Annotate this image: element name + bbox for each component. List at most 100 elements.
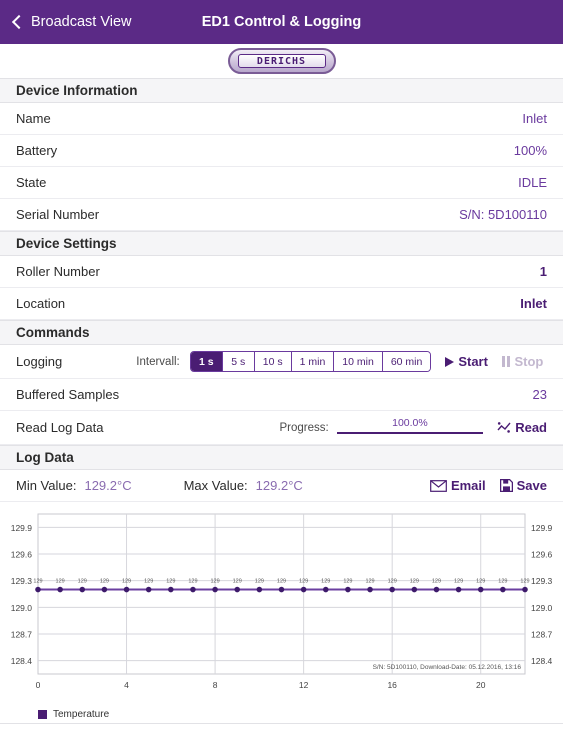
save-button-label: Save bbox=[516, 478, 547, 493]
section-header-log-data: Log Data bbox=[0, 445, 563, 470]
envelope-icon bbox=[430, 479, 447, 492]
svg-text:8: 8 bbox=[213, 680, 218, 690]
row-value: Inlet bbox=[520, 296, 547, 311]
row-label: Battery bbox=[16, 143, 58, 158]
row-serial-number[interactable]: Serial Number S/N: 5D100110 bbox=[0, 199, 563, 231]
read-log-label: Read Log Data bbox=[16, 420, 104, 435]
row-buffered-samples[interactable]: Buffered Samples 23 bbox=[0, 379, 563, 411]
row-value: S/N: 5D100110 bbox=[459, 207, 547, 222]
svg-text:S/N: 5D100110, Download-Date:: S/N: 5D100110, Download-Date: 05.12.2016… bbox=[373, 664, 522, 671]
interval-option-60min[interactable]: 60 min bbox=[382, 352, 431, 371]
bottom-divider bbox=[0, 723, 563, 724]
chart-legend: Temperature bbox=[38, 709, 563, 720]
interval-option-1s[interactable]: 1 s bbox=[190, 352, 223, 371]
chart-svg: 128.4 128.4 128.7 128.7 129.0 129.0 129.3 129.3… bbox=[11, 513, 553, 690]
svg-text:129: 129 bbox=[432, 579, 441, 585]
svg-text:12: 12 bbox=[299, 680, 309, 690]
row-battery[interactable]: Battery 100% bbox=[0, 135, 563, 167]
read-button[interactable]: Read bbox=[497, 420, 547, 435]
svg-text:129.0: 129.0 bbox=[531, 603, 553, 613]
max-value-label: Max Value: bbox=[183, 478, 248, 493]
row-roller-number[interactable]: Roller Number 1 bbox=[0, 256, 563, 288]
interval-option-10s[interactable]: 10 s bbox=[254, 352, 292, 371]
back-button-label: Broadcast View bbox=[31, 14, 132, 30]
svg-text:129.9: 129.9 bbox=[11, 523, 33, 533]
max-value: 129.2°C bbox=[255, 478, 303, 493]
svg-text:16: 16 bbox=[387, 680, 397, 690]
play-icon bbox=[445, 356, 455, 367]
legend-label-temperature: Temperature bbox=[53, 709, 110, 720]
row-name[interactable]: Name Inlet bbox=[0, 103, 563, 135]
svg-text:129: 129 bbox=[33, 579, 42, 585]
min-value: 129.2°C bbox=[84, 478, 132, 493]
read-button-label: Read bbox=[515, 420, 547, 435]
stop-button-label: Stop bbox=[514, 354, 544, 369]
row-state[interactable]: State IDLE bbox=[0, 167, 563, 199]
svg-text:128.7: 128.7 bbox=[531, 630, 553, 640]
svg-text:129: 129 bbox=[388, 579, 397, 585]
svg-text:129: 129 bbox=[321, 579, 330, 585]
svg-text:129.3: 129.3 bbox=[11, 576, 33, 586]
row-label: Buffered Samples bbox=[16, 387, 120, 402]
svg-text:20: 20 bbox=[476, 680, 486, 690]
email-button[interactable]: Email bbox=[430, 478, 486, 493]
svg-text:129.0: 129.0 bbox=[11, 603, 33, 613]
svg-text:129: 129 bbox=[188, 579, 197, 585]
svg-text:129: 129 bbox=[277, 579, 286, 585]
logging-label: Logging bbox=[16, 354, 63, 369]
stop-logging-button[interactable]: Stop bbox=[501, 354, 544, 369]
section-header-commands: Commands bbox=[0, 320, 563, 345]
row-value: 100% bbox=[513, 143, 547, 158]
svg-text:129: 129 bbox=[498, 579, 507, 585]
svg-text:129: 129 bbox=[233, 579, 242, 585]
row-value: Inlet bbox=[522, 111, 547, 126]
section-header-device-settings: Device Settings bbox=[0, 231, 563, 256]
svg-text:129.9: 129.9 bbox=[531, 523, 553, 533]
back-button[interactable]: Broadcast View bbox=[10, 14, 131, 30]
progress-value: 100.0% bbox=[392, 416, 428, 429]
row-label: Name bbox=[16, 111, 51, 126]
svg-text:129: 129 bbox=[166, 579, 175, 585]
svg-text:129: 129 bbox=[410, 579, 419, 585]
progress-fill bbox=[336, 431, 484, 434]
row-value: 1 bbox=[539, 264, 547, 279]
svg-text:129.6: 129.6 bbox=[531, 550, 553, 560]
svg-text:128.4: 128.4 bbox=[11, 656, 33, 666]
svg-text:129: 129 bbox=[454, 579, 463, 585]
progress-bar: 100.0% bbox=[336, 416, 484, 438]
svg-text:129: 129 bbox=[78, 579, 87, 585]
start-button-label: Start bbox=[458, 354, 488, 369]
row-label: Roller Number bbox=[16, 264, 100, 279]
min-value-label: Min Value: bbox=[16, 478, 77, 493]
email-button-label: Email bbox=[450, 478, 486, 493]
svg-text:129.6: 129.6 bbox=[11, 550, 33, 560]
floppy-disk-icon bbox=[499, 479, 513, 492]
legend-swatch-temperature bbox=[38, 710, 47, 719]
navigation-bar: Broadcast View ED1 Control & Logging bbox=[0, 0, 563, 44]
svg-text:129: 129 bbox=[476, 579, 485, 585]
svg-text:129: 129 bbox=[144, 579, 153, 585]
svg-text:129: 129 bbox=[520, 579, 529, 585]
svg-text:129: 129 bbox=[255, 579, 264, 585]
start-logging-button[interactable]: Start bbox=[445, 354, 488, 369]
svg-text:129: 129 bbox=[210, 579, 219, 585]
svg-text:129: 129 bbox=[122, 579, 131, 585]
row-label: Location bbox=[16, 296, 66, 311]
svg-text:4: 4 bbox=[124, 680, 129, 690]
interval-segmented-control[interactable]: 1 s 5 s 10 s 1 min 10 min 60 min bbox=[189, 351, 432, 372]
logo-text: DERICHS bbox=[256, 55, 307, 67]
svg-text:129: 129 bbox=[343, 579, 352, 585]
row-location[interactable]: Location Inlet bbox=[0, 288, 563, 320]
save-button[interactable]: Save bbox=[499, 478, 547, 493]
svg-text:0: 0 bbox=[36, 680, 41, 690]
svg-text:129: 129 bbox=[100, 579, 109, 585]
row-read-log-data: Read Log Data Progress: 100.0% Read bbox=[0, 411, 563, 445]
interval-option-5s[interactable]: 5 s bbox=[222, 352, 255, 371]
progress-track bbox=[336, 431, 484, 434]
row-min-max-values: Min Value: 129.2°C Max Value: 129.2°C Em… bbox=[0, 470, 563, 502]
row-label: State bbox=[16, 175, 47, 190]
brand-logo: DERICHS bbox=[0, 44, 563, 79]
interval-option-1min[interactable]: 1 min bbox=[291, 352, 335, 371]
progress-label: Progress: bbox=[279, 421, 329, 434]
interval-option-10min[interactable]: 10 min bbox=[334, 352, 383, 371]
